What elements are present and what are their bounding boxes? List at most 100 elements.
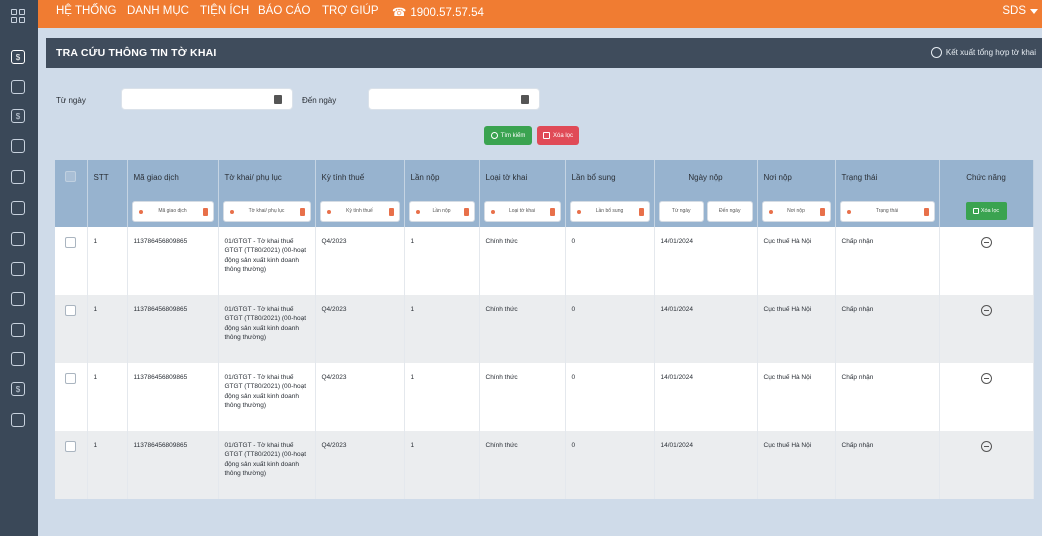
cell-to-khai: 01/GTGT - Tờ khai thuế GTGT (TT80/2021) …: [218, 431, 316, 499]
cell-loai: Chính thức: [479, 363, 566, 431]
required-dot-icon: [138, 209, 143, 214]
row-checkbox[interactable]: [65, 441, 77, 452]
filter-label: Loại tờ khai: [508, 208, 536, 214]
cell-actions: [939, 295, 1034, 363]
col-stt: STT: [87, 160, 128, 195]
clear-filter-button[interactable]: Xóa lọc: [537, 126, 579, 145]
document-icon[interactable]: [11, 201, 25, 215]
cell-noi: Cục thuế Hà Nội: [757, 363, 836, 431]
invoice-icon[interactable]: $: [11, 109, 25, 123]
filter-ma-giao-dich[interactable]: Mã giao dịch: [131, 200, 214, 222]
trash-icon[interactable]: [463, 207, 469, 216]
trash-icon[interactable]: [638, 207, 644, 216]
cell-lan-nop: 1: [404, 227, 480, 295]
cell-loai: Chính thức: [479, 431, 566, 499]
search-button[interactable]: Tìm kiếm: [484, 126, 532, 145]
cell-ky: Q4/2023: [315, 431, 405, 499]
declarations-table: STT Mã giao dịch Tờ khai/ phụ lục Kỳ tín…: [55, 160, 1034, 499]
menu-tro-giup[interactable]: TRỢ GIÚP: [322, 5, 379, 17]
cell-ky: Q4/2023: [315, 227, 405, 295]
search-icon: [490, 132, 498, 139]
cell-lan-nop: 1: [404, 363, 480, 431]
cell-actions: [939, 431, 1034, 499]
more-options-icon[interactable]: [980, 373, 992, 384]
filter-loai-to-khai[interactable]: Loại tờ khai: [483, 200, 561, 222]
filter-tu-ngay[interactable]: Từ ngày: [658, 200, 704, 222]
trash-icon[interactable]: [388, 207, 394, 216]
to-date-input[interactable]: [368, 88, 540, 110]
list-icon[interactable]: [11, 413, 25, 427]
more-options-icon[interactable]: [980, 441, 992, 452]
cell-noi: Cục thuế Hà Nội: [757, 295, 836, 363]
filter-to-khai[interactable]: Tờ khai/ phụ lục: [222, 200, 311, 222]
filter-trang-thai[interactable]: Trạng thái: [839, 200, 935, 222]
filter-label: Mã giao dịch: [158, 208, 187, 214]
row-select-cell: [55, 295, 88, 363]
settings-icon[interactable]: [11, 292, 25, 306]
select-all-checkbox[interactable]: [65, 171, 77, 182]
cell-trang-thai: Chấp nhận: [835, 227, 940, 295]
cell-ngay: 14/01/2024: [654, 431, 758, 499]
menu-tien-ich[interactable]: TIỆN ÍCH: [200, 5, 249, 17]
file-icon[interactable]: [11, 262, 25, 276]
trash-icon[interactable]: [202, 207, 208, 216]
cell-stt: 1: [87, 363, 128, 431]
cell-stt: 1: [87, 431, 128, 499]
to-date-label: Đến ngày: [302, 96, 337, 105]
trash-icon[interactable]: [923, 207, 929, 216]
filter-cell: Loại tờ khai: [479, 195, 566, 227]
cell-bo-sung: 0: [565, 227, 655, 295]
filter-empty-cell: [87, 195, 128, 227]
cell-ky: Q4/2023: [315, 295, 405, 363]
hotline-number: 1900.57.57.54: [410, 7, 484, 19]
cell-loai: Chính thức: [479, 227, 566, 295]
required-dot-icon: [326, 209, 331, 214]
cell-to-khai: 01/GTGT - Tờ khai thuế GTGT (TT80/2021) …: [218, 227, 316, 295]
menu-danh-muc[interactable]: DANH MỤC: [127, 5, 189, 17]
cell-ma: 113786456809865: [127, 295, 219, 363]
more-options-icon[interactable]: [980, 305, 992, 316]
calendar-icon[interactable]: [11, 232, 25, 246]
filter-lan-bo-sung[interactable]: Lần bổ sung: [569, 200, 650, 222]
table-row: 1 113786456809865 01/GTGT - Tờ khai thuế…: [55, 431, 1034, 499]
page-title: TRA CỨU THÔNG TIN TỜ KHAI: [56, 47, 217, 59]
calendar-icon[interactable]: [274, 95, 282, 104]
from-date-input[interactable]: [121, 88, 293, 110]
cell-actions: [939, 227, 1034, 295]
cell-bo-sung: 0: [565, 295, 655, 363]
apps-grid-icon[interactable]: [11, 9, 25, 23]
filter-ky-tinh-thue[interactable]: Kỳ tính thuế: [319, 200, 400, 222]
more-options-icon[interactable]: [980, 237, 992, 248]
gear-icon[interactable]: [11, 352, 25, 366]
filter-cell: Trạng thái: [835, 195, 940, 227]
export-summary-link[interactable]: Kết xuất tổng hợp tờ khai: [930, 47, 1036, 58]
cart-icon[interactable]: [11, 80, 25, 94]
filter-lan-nop[interactable]: Lần nộp: [408, 200, 475, 222]
trash-icon[interactable]: [819, 207, 825, 216]
dollar-icon[interactable]: $: [11, 50, 25, 64]
user-menu[interactable]: SDS: [1002, 5, 1026, 17]
chevron-down-icon[interactable]: [1030, 9, 1038, 14]
filter-noi-nop[interactable]: Nơi nộp: [761, 200, 831, 222]
cell-bo-sung: 0: [565, 431, 655, 499]
trash-icon[interactable]: [299, 207, 305, 216]
money-icon[interactable]: $: [11, 382, 25, 396]
trash-icon[interactable]: [549, 207, 555, 216]
tag-icon[interactable]: [11, 170, 25, 184]
cell-noi: Cục thuế Hà Nội: [757, 431, 836, 499]
row-checkbox[interactable]: [65, 373, 77, 384]
cell-loai: Chính thức: [479, 295, 566, 363]
menu-he-thong[interactable]: HỆ THỐNG: [56, 5, 117, 17]
cell-lan-nop: 1: [404, 295, 480, 363]
report-icon[interactable]: [11, 323, 25, 337]
menu-bao-cao[interactable]: BÁO CÁO: [258, 5, 310, 17]
col-to-khai: Tờ khai/ phụ lục: [218, 160, 316, 195]
box-icon[interactable]: [11, 139, 25, 153]
calendar-icon[interactable]: [521, 95, 529, 104]
cell-trang-thai: Chấp nhận: [835, 363, 940, 431]
row-checkbox[interactable]: [65, 305, 77, 316]
row-checkbox[interactable]: [65, 237, 77, 248]
table-clear-filter-button[interactable]: Xóa lọc: [965, 202, 1007, 220]
required-dot-icon: [576, 209, 581, 214]
filter-den-ngay[interactable]: Đến ngày: [707, 200, 753, 222]
